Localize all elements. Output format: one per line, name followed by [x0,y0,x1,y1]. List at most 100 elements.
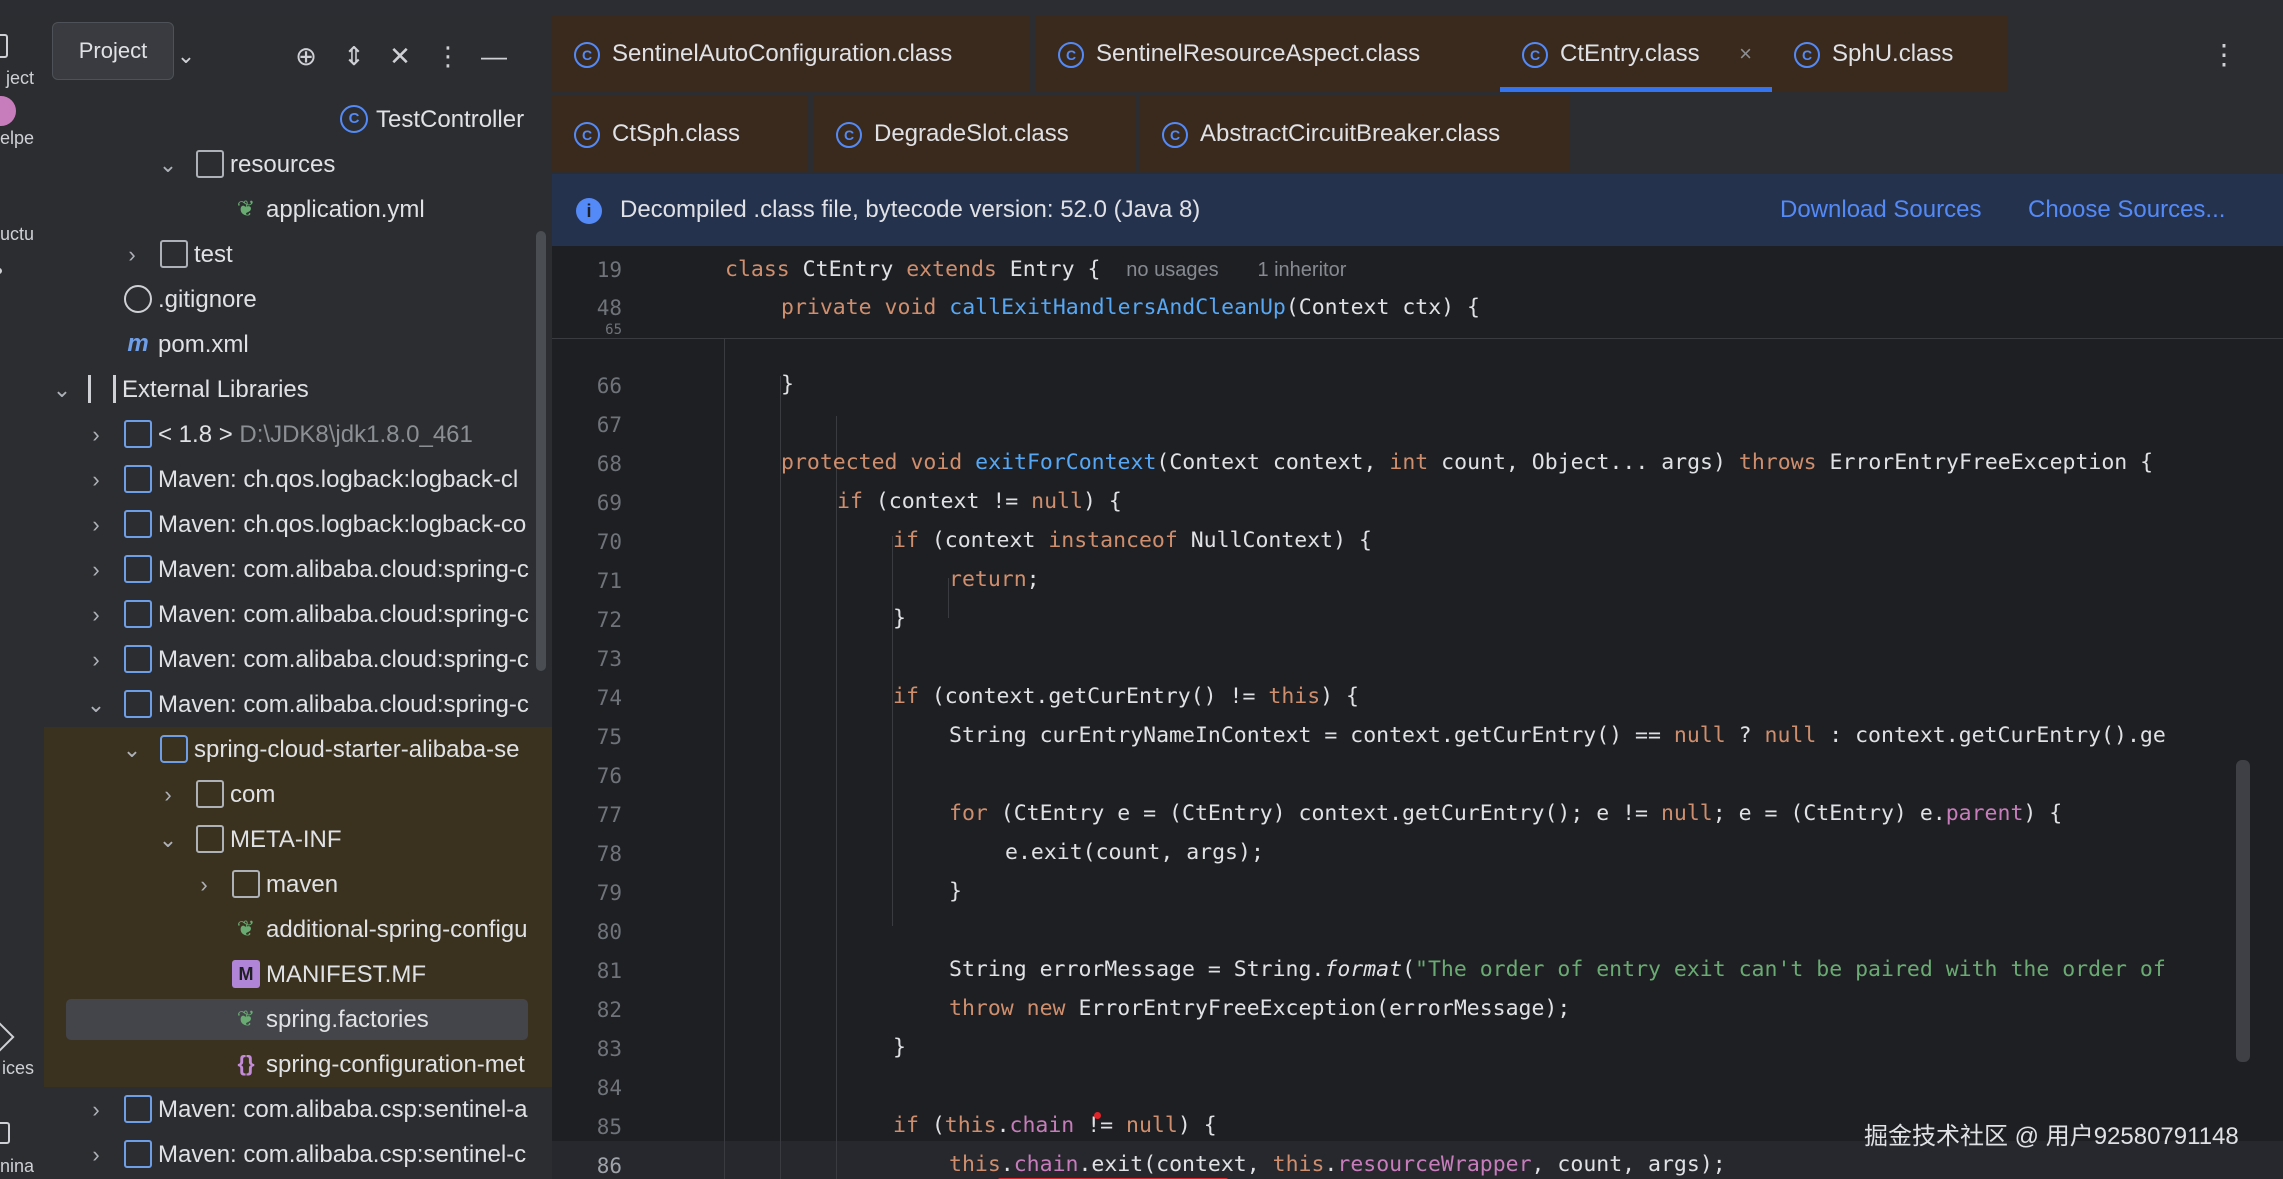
structure-icon [0,200,7,220]
tree-item-com[interactable]: › com [44,772,552,817]
locate-icon[interactable]: ⊕ [288,38,324,74]
dot-icon [0,268,2,274]
tree-item-library[interactable]: › Maven: ch.qos.logback:logback-cl [44,457,552,502]
chevron-right-icon[interactable]: › [192,862,216,907]
manifest-icon: M [232,960,260,988]
tree-item-library[interactable]: › Maven: com.alibaba.csp:sentinel-c [44,1132,552,1177]
collapse-all-icon[interactable]: ✕ [382,38,418,74]
tab-ctsph[interactable]: C CtSph.class [552,96,808,172]
code-line-71: return; [949,567,1040,592]
tree-item-external-libraries[interactable]: ⌄ External Libraries [44,367,552,412]
class-icon: C [574,122,600,148]
editor-scrollbar[interactable] [2236,760,2250,1062]
tree-item-test[interactable]: › test [44,232,552,277]
tree-item-additional-config[interactable]: ❦ additional-spring-configu [44,907,552,952]
tree-item-config-metadata[interactable]: {} spring-configuration-met [44,1042,552,1087]
options-icon[interactable]: ⋮ [430,38,466,74]
close-icon[interactable]: × [1739,16,1752,92]
chevron-down-icon[interactable]: ⌄ [84,682,108,727]
chevron-right-icon[interactable]: › [84,502,108,547]
code-line-19: class CtEntry extends Entry { no usages … [725,257,1347,282]
spring-factories-icon: ❦ [236,1006,256,1031]
line-number: 67 [596,413,622,437]
chevron-right-icon[interactable]: › [120,232,144,277]
line-number: 72 [596,608,622,632]
activity-label: uctu [0,224,34,244]
line-number: 81 [596,959,622,983]
line-number: 19 [596,258,622,282]
line-number: 78 [596,842,622,866]
expand-all-icon[interactable]: ⇕ [336,38,372,74]
tree-item-library-expanded[interactable]: ⌄ Maven: com.alibaba.cloud:spring-c [44,682,552,727]
chevron-down-icon[interactable]: ⌄ [156,817,180,862]
tree-label: Maven: ch.qos.logback:logback-co [158,511,527,538]
chevron-down-icon[interactable]: ⌄ [156,142,180,187]
folder-icon [196,150,224,178]
code-line-83: } [893,1035,906,1060]
chevron-right-icon[interactable]: › [84,1132,108,1177]
code-line-79: } [949,879,962,904]
annotation-mark [1094,1112,1101,1119]
chevron-right-icon[interactable]: › [84,592,108,637]
tree-label: < 1.8 > [158,421,233,448]
line-number: 83 [596,1037,622,1061]
project-tooltip: Project [52,22,174,80]
line-number: 48 [596,296,622,320]
tree-label: Maven: com.alibaba.csp:sentinel-c [158,1141,527,1168]
tree-item-manifest[interactable]: M MANIFEST.MF [44,952,552,997]
download-sources-link[interactable]: Download Sources [1780,174,1981,246]
tab-label: AbstractCircuitBreaker.class [1200,120,1501,147]
tree-item-library[interactable]: › Maven: com.alibaba.cloud:spring-c [44,592,552,637]
chevron-right-icon[interactable]: › [156,772,180,817]
line-number: 71 [596,569,622,593]
tree-item-pom[interactable]: m pom.xml [44,322,552,367]
tree-item-gitignore[interactable]: .gitignore [44,277,552,322]
chevron-right-icon[interactable]: › [84,547,108,592]
choose-sources-link[interactable]: Choose Sources... [2028,174,2225,246]
tab-sphu[interactable]: C SphU.class [1772,16,2008,92]
tree-item-jdk[interactable]: › < 1.8 > D:\JDK8\jdk1.8.0_461 [44,412,552,457]
indent-guide [836,416,837,1179]
chevron-right-icon[interactable]: › [84,637,108,682]
tab-sentinel-auto-configuration[interactable]: C SentinelAutoConfiguration.class [552,16,1030,92]
activity-label: nina [0,1156,34,1176]
line-number: 73 [596,647,622,671]
tree-item-library[interactable]: › Maven: com.alibaba.csp:sentinel-a [44,1087,552,1132]
tree-item-maven[interactable]: › maven [44,862,552,907]
line-number: 86 [596,1154,622,1178]
inheritor-hint[interactable]: 1 inheritor [1257,259,1346,281]
tab-abstract-circuit-breaker[interactable]: C AbstractCircuitBreaker.class [1140,96,1570,172]
tree-item-library[interactable]: › Maven: com.alibaba.cloud:spring-c [44,547,552,592]
tree-label: spring-configuration-met [266,1051,525,1078]
line-number: 77 [596,803,622,827]
tree-item-spring-factories[interactable]: ❦ spring.factories [44,997,552,1042]
chevron-right-icon[interactable]: › [84,412,108,457]
more-tabs-icon[interactable]: ⋮ [2210,38,2238,71]
usage-hint[interactable]: no usages [1126,259,1218,281]
chevron-right-icon[interactable]: › [84,457,108,502]
chevron-down-icon[interactable]: ⌄ [120,727,144,772]
minimize-icon[interactable]: — [476,38,512,74]
tree-item-library[interactable]: › Maven: ch.qos.logback:logback-co [44,502,552,547]
tab-sentinel-resource-aspect[interactable]: C SentinelResourceAspect.class [1036,16,1500,92]
yaml-icon: ❦ [236,196,256,221]
tree-label: Maven: com.alibaba.cloud:spring-c [158,556,529,583]
chevron-down-icon[interactable]: ⌄ [50,367,74,412]
tree-item-testcontroller[interactable]: C TestController [44,97,552,142]
tab-label: CtSph.class [612,120,741,147]
tree-item-starter-jar[interactable]: ⌄ spring-cloud-starter-alibaba-se [44,727,552,772]
editor-area: C SentinelAutoConfiguration.class C Sent… [552,16,2283,1179]
tab-ctentry[interactable]: C CtEntry.class × [1500,16,1772,92]
tree-item-library[interactable]: › Maven: com.alibaba.cloud:spring-c [44,637,552,682]
library-icon [124,465,152,493]
tab-degradeslot[interactable]: C DegradeSlot.class [814,96,1136,172]
tab-label: CtEntry.class [1560,40,1700,67]
chevron-right-icon[interactable]: › [84,1087,108,1132]
tree-item-resources[interactable]: ⌄ resources [44,142,552,187]
tree-item-meta-inf[interactable]: ⌄ META-INF [44,817,552,862]
tab-label: SphU.class [1832,40,1954,67]
tree-item-application-yml[interactable]: ❦ application.yml [44,187,552,232]
tree-label: resources [230,151,336,178]
services-icon [0,1021,15,1053]
code-editor[interactable]: 19 class CtEntry extends Entry { no usag… [552,246,2283,1179]
